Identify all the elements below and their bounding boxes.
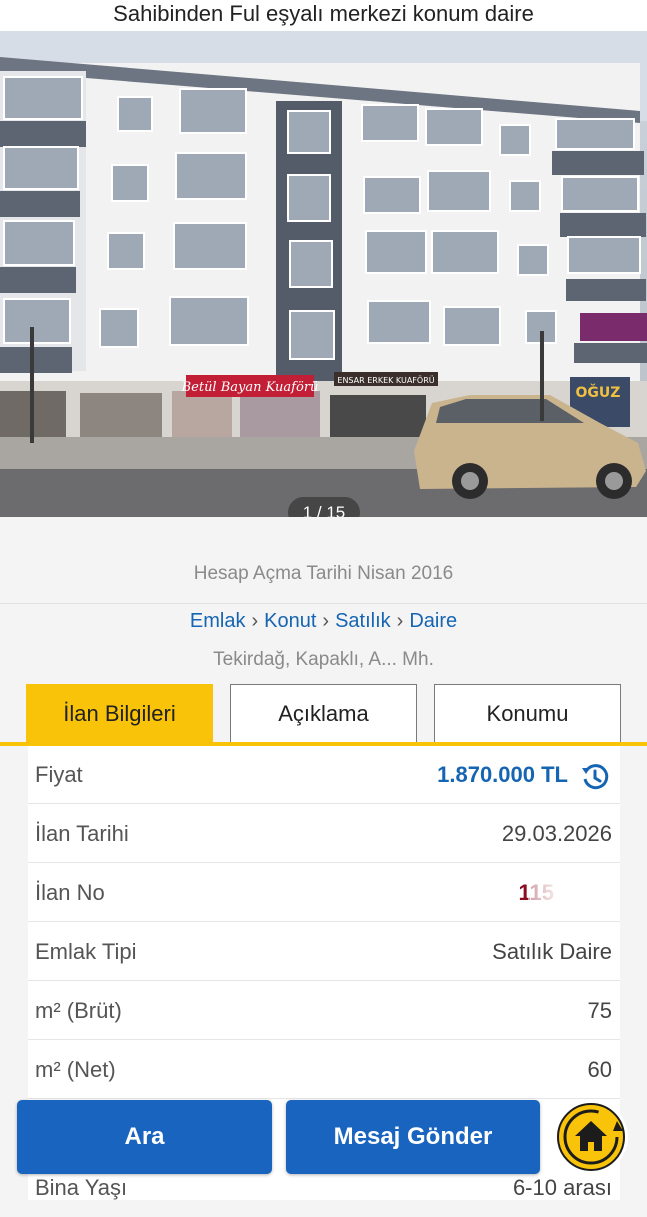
shop-sign-3: OĞUZ xyxy=(576,383,621,401)
price-history-icon[interactable] xyxy=(580,762,610,792)
listing-title: Sahibinden Ful eşyalı merkezi konum dair… xyxy=(0,0,647,31)
price-value: 1.870.000 TL xyxy=(437,762,568,787)
detail-row-price: Fiyat 1.870.000 TL xyxy=(28,746,620,804)
detail-label: Fiyat xyxy=(35,762,83,787)
breadcrumb-item-konut[interactable]: Konut xyxy=(264,610,316,632)
tab-aciklama[interactable]: Açıklama xyxy=(230,684,417,742)
detail-row-date: İlan Tarihi 29.03.2026 xyxy=(28,805,620,863)
detail-row-net-area: m² (Net) 60 xyxy=(28,1041,620,1099)
detail-value: 29.03.2026 xyxy=(501,821,612,846)
breadcrumb-item-satilik[interactable]: Satılık xyxy=(335,610,391,632)
detail-label: m² (Brüt) xyxy=(35,998,122,1023)
detail-row-listing-no: İlan No 115 xyxy=(28,864,620,922)
detail-label: İlan No xyxy=(35,880,105,905)
send-message-button[interactable]: Mesaj Gönder xyxy=(286,1100,540,1174)
account-opening-date: Hesap Açma Tarihi Nisan 2016 xyxy=(193,563,454,584)
detail-value: 60 xyxy=(587,1057,612,1082)
listing-location: Tekirdağ, Kapaklı, A... Mh. xyxy=(213,649,434,670)
tab-konumu[interactable]: Konumu xyxy=(434,684,621,742)
shop-sign-2: ENSAR ERKEK KUAFÖRÜ xyxy=(337,375,434,385)
shop-sign-1: Betül Bayan Kuaförü xyxy=(181,380,319,395)
detail-value: 6-10 arası xyxy=(512,1175,612,1200)
breadcrumb-separator: › xyxy=(396,610,404,632)
call-button[interactable]: Ara xyxy=(17,1100,272,1174)
breadcrumb-item-daire[interactable]: Daire xyxy=(409,610,457,632)
detail-label: Bina Yaşı xyxy=(35,1175,128,1200)
detail-row-property-type: Emlak Tipi Satılık Daire xyxy=(28,923,620,981)
listing-photo[interactable]: Betül Bayan Kuaförü ENSAR ERKEK KUAFÖRÜ … xyxy=(0,31,647,517)
home-icon[interactable] xyxy=(551,1099,631,1175)
detail-row-gross-area: m² (Brüt) 75 xyxy=(28,982,620,1040)
breadcrumb-separator: › xyxy=(251,610,259,632)
detail-value: 75 xyxy=(587,998,612,1023)
building-image: Betül Bayan Kuaförü ENSAR ERKEK KUAFÖRÜ … xyxy=(0,31,647,517)
detail-label: İlan Tarihi xyxy=(35,821,129,846)
breadcrumb-item-emlak[interactable]: Emlak xyxy=(190,610,246,632)
divider xyxy=(0,603,647,604)
detail-label: Emlak Tipi xyxy=(35,939,137,964)
redaction-mask xyxy=(528,876,616,910)
photo-counter: 1 / 15 xyxy=(288,497,360,517)
breadcrumb-separator: › xyxy=(322,610,330,632)
tab-ilan-bilgileri[interactable]: İlan Bilgileri xyxy=(26,684,213,742)
detail-label: m² (Net) xyxy=(35,1057,116,1082)
breadcrumb: Emlak › Konut › Satılık › Daire xyxy=(0,610,647,633)
detail-value: Satılık Daire xyxy=(492,939,612,964)
